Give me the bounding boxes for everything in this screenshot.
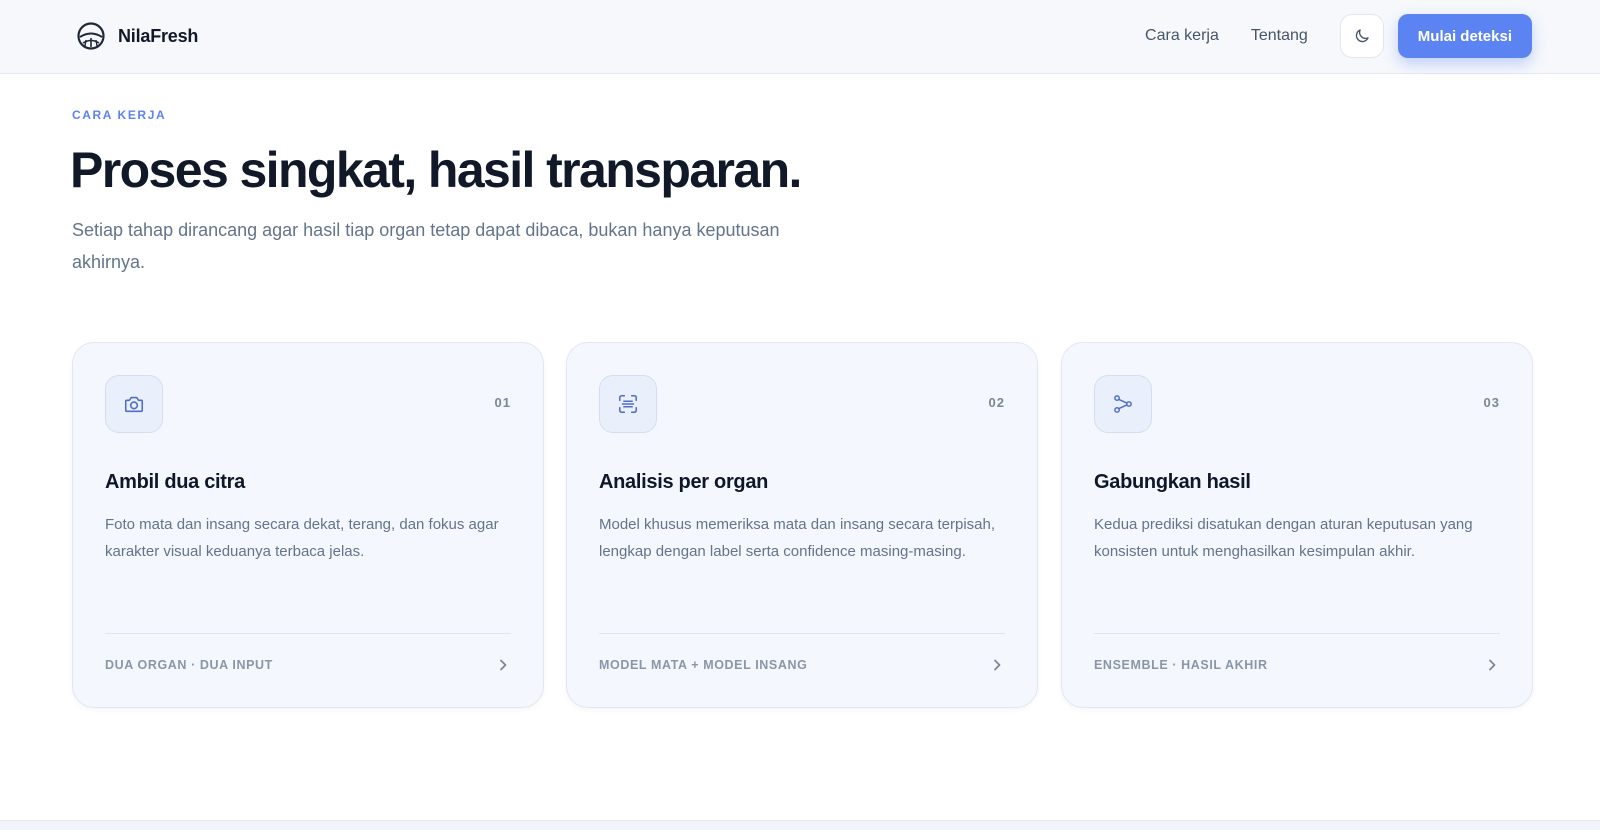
scan-icon-badge: [599, 375, 657, 433]
theme-toggle-button[interactable]: [1339, 14, 1384, 58]
camera-icon-badge: [105, 375, 163, 433]
nav-link-tentang[interactable]: Tentang: [1251, 27, 1308, 45]
camera-icon: [124, 396, 144, 413]
step-tag: ENSEMBLE · HASIL AKHIR: [1094, 658, 1268, 672]
divider: [599, 633, 1005, 634]
scan-icon: [618, 394, 638, 414]
brand[interactable]: NilaFresh: [76, 20, 198, 52]
section-eyebrow: CARA KERJA: [72, 108, 167, 122]
step-description: Model khusus memeriksa mata dan insang s…: [599, 516, 996, 560]
chevron-right-icon: [994, 659, 1001, 671]
step-footer-link[interactable]: DUA ORGAN · DUA INPUT: [105, 649, 511, 681]
section-title: Proses singkat, hasil transparan.: [70, 142, 802, 198]
step-tag: DUA ORGAN · DUA INPUT: [105, 658, 273, 672]
divider: [105, 633, 511, 634]
step-card-analysis: 02 Analisis per organ Model khusus memer…: [566, 342, 1038, 708]
site-header: NilaFresh Cara kerja Tentang Mulai detek…: [0, 0, 1600, 74]
nav-link-cara-kerja[interactable]: Cara kerja: [1145, 27, 1219, 45]
step-footer-link[interactable]: MODEL MATA + MODEL INSANG: [599, 649, 1005, 681]
start-detection-button[interactable]: Mulai deteksi: [1397, 14, 1532, 58]
step-title: Ambil dua citra: [105, 471, 245, 493]
step-number: 01: [494, 395, 511, 410]
brand-name: NilaFresh: [118, 25, 199, 46]
step-title: Gabungkan hasil: [1094, 471, 1251, 493]
step-number: 02: [988, 395, 1005, 410]
merge-icon: [1114, 395, 1132, 413]
step-tag: MODEL MATA + MODEL INSANG: [599, 658, 808, 672]
step-description: Foto mata dan insang secara dekat, teran…: [105, 516, 499, 560]
steps-grid: 01 Ambil dua citra Foto mata dan insang …: [72, 342, 1533, 708]
divider: [1094, 633, 1500, 634]
merge-icon-badge: [1094, 375, 1152, 433]
next-section-edge: [0, 820, 1600, 830]
step-footer-link[interactable]: ENSEMBLE · HASIL AKHIR: [1094, 649, 1500, 681]
fish-eye-logo-icon: [77, 22, 105, 50]
step-card-merge: 03 Gabungkan hasil Kedua prediksi disatu…: [1061, 342, 1533, 708]
main-nav: Cara kerja Tentang Mulai deteksi: [1145, 14, 1532, 58]
step-card-capture: 01 Ambil dua citra Foto mata dan insang …: [72, 342, 544, 708]
moon-icon: [1355, 29, 1369, 43]
chevron-right-icon: [1489, 659, 1496, 671]
step-title: Analisis per organ: [599, 471, 769, 493]
section-subtitle: Setiap tahap dirancang agar hasil tiap o…: [72, 220, 780, 272]
step-description: Kedua prediksi disatukan dengan aturan k…: [1094, 516, 1473, 560]
step-number: 03: [1483, 395, 1500, 410]
chevron-right-icon: [500, 659, 507, 671]
